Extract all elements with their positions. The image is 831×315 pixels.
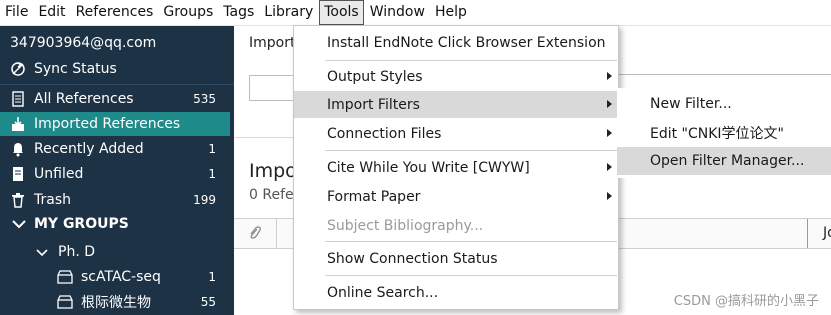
reference-count: 0 Refer — [249, 187, 300, 203]
submenu-arrow-icon — [607, 192, 612, 200]
account-email: 347903964@qq.com — [10, 35, 157, 51]
menu-separator — [325, 275, 617, 276]
bell-icon — [13, 143, 23, 157]
my-groups-label: MY GROUPS — [34, 216, 129, 232]
submenu-arrow-icon — [607, 129, 612, 137]
sync-status-label: Sync Status — [34, 61, 117, 77]
group-item-count: 1 — [208, 270, 216, 284]
menu-item-show-connection-status[interactable]: Show Connection Status — [294, 245, 618, 272]
menu-library[interactable]: Library — [260, 1, 317, 24]
submenu-item-label: Edit "CNKI学位论文" — [650, 126, 784, 142]
menu-separator — [325, 241, 617, 242]
group-item-count: 55 — [200, 295, 216, 309]
tools-menu: Install EndNote Click Browser Extension … — [293, 25, 619, 310]
field-border — [614, 74, 831, 75]
submenu-arrow-icon — [607, 72, 612, 80]
submenu-item-open-filter-manager[interactable]: Open Filter Manager... — [617, 147, 831, 175]
menu-separator — [325, 150, 617, 151]
menu-separator — [325, 60, 617, 61]
submenu-item-new-filter[interactable]: New Filter... — [617, 90, 831, 118]
column-separator — [276, 219, 277, 248]
download-icon — [12, 117, 24, 131]
group-item-label: 根际微生物 — [81, 295, 151, 311]
sidebar-item-count: 535 — [193, 92, 216, 106]
menu-item-import-filters[interactable]: Import Filters — [294, 91, 618, 118]
sidebar-item-all-references[interactable]: All References 535 — [0, 87, 230, 111]
menu-item-label: Online Search... — [327, 284, 439, 301]
sidebar-item-imported-references[interactable]: Imported References — [0, 112, 230, 136]
menu-item-format-paper[interactable]: Format Paper — [294, 183, 618, 210]
submenu-arrow-icon — [607, 100, 612, 108]
group-icon — [57, 295, 73, 309]
import-header-label: Import — [249, 35, 296, 51]
sidebar-item-label: Unfiled — [34, 166, 84, 182]
group-item-scatac-seq[interactable]: scATAC-seq 1 — [0, 265, 230, 289]
menu-item-label: Show Connection Status — [327, 250, 498, 267]
chevron-down-icon — [12, 220, 26, 229]
menu-item-cwyw[interactable]: Cite While You Write [CWYW] — [294, 154, 618, 181]
sidebar-item-recently-added[interactable]: Recently Added 1 — [0, 137, 230, 161]
column-separator — [807, 219, 808, 248]
sidebar-divider — [0, 84, 234, 85]
menu-groups[interactable]: Groups — [159, 1, 217, 24]
sidebar-item-count: 1 — [208, 142, 216, 156]
sidebar-item-trash[interactable]: Trash 199 — [0, 188, 230, 212]
menu-item-label: Connection Files — [327, 125, 442, 142]
sidebar-item-unfiled[interactable]: Unfiled 1 — [0, 162, 230, 186]
menu-item-label: Subject Bibliography... — [327, 217, 484, 234]
my-groups-header[interactable]: MY GROUPS — [12, 216, 129, 232]
menu-window[interactable]: Window — [366, 1, 429, 24]
trash-icon — [12, 193, 24, 208]
menu-bar: File Edit References Groups Tags Library… — [0, 0, 831, 26]
submenu-item-label: New Filter... — [650, 96, 732, 112]
paperclip-icon[interactable] — [248, 225, 262, 241]
menu-tags[interactable]: Tags — [219, 1, 258, 24]
group-item-label: scATAC-seq — [81, 269, 161, 285]
library-sidebar: 347903964@qq.com Sync Status All Referen… — [0, 26, 234, 315]
sidebar-item-count: 1 — [208, 167, 216, 181]
sync-status-item[interactable]: Sync Status — [0, 57, 230, 81]
unfiled-icon — [13, 167, 23, 181]
menu-help[interactable]: Help — [431, 1, 471, 24]
menu-item-label: Install EndNote Click Browser Extension — [327, 34, 606, 51]
group-set-phd[interactable]: Ph. D — [0, 240, 230, 264]
import-filters-submenu: New Filter... Edit "CNKI学位论文" Open Filte… — [617, 88, 831, 178]
menu-references[interactable]: References — [72, 1, 158, 24]
menu-tools[interactable]: Tools — [319, 0, 364, 25]
menu-item-subject-bibliography: Subject Bibliography... — [294, 212, 618, 239]
menu-item-label: Output Styles — [327, 68, 423, 85]
menu-item-label: Format Paper — [327, 188, 421, 205]
group-icon — [57, 270, 73, 284]
menu-item-label: Import Filters — [327, 96, 420, 113]
menu-item-online-search[interactable]: Online Search... — [294, 279, 618, 306]
menu-item-connection-files[interactable]: Connection Files — [294, 120, 618, 147]
column-header-journal[interactable]: Jo — [823, 225, 831, 241]
sidebar-item-label: Trash — [34, 192, 71, 208]
sync-icon — [11, 62, 25, 76]
menu-item-install-endnote-click[interactable]: Install EndNote Click Browser Extension — [294, 29, 618, 56]
sidebar-item-label: Imported References — [34, 116, 181, 132]
chevron-down-icon — [36, 249, 48, 257]
watermark: CSDN @搞科研的小黑子 — [673, 294, 819, 309]
submenu-arrow-icon — [607, 163, 612, 171]
references-icon — [12, 91, 24, 107]
menu-item-label: Cite While You Write [CWYW] — [327, 159, 530, 176]
sidebar-item-label: All References — [34, 91, 134, 107]
group-set-label: Ph. D — [58, 244, 95, 260]
submenu-item-edit-filter[interactable]: Edit "CNKI学位论文" — [617, 119, 831, 147]
group-item-rhizosphere[interactable]: 根际微生物 55 — [0, 290, 230, 314]
sidebar-item-label: Recently Added — [34, 141, 144, 157]
submenu-item-label: Open Filter Manager... — [650, 153, 805, 169]
sidebar-item-count: 199 — [193, 193, 216, 207]
menu-edit[interactable]: Edit — [34, 1, 69, 24]
menu-item-output-styles[interactable]: Output Styles — [294, 63, 618, 90]
menu-file[interactable]: File — [1, 1, 32, 24]
